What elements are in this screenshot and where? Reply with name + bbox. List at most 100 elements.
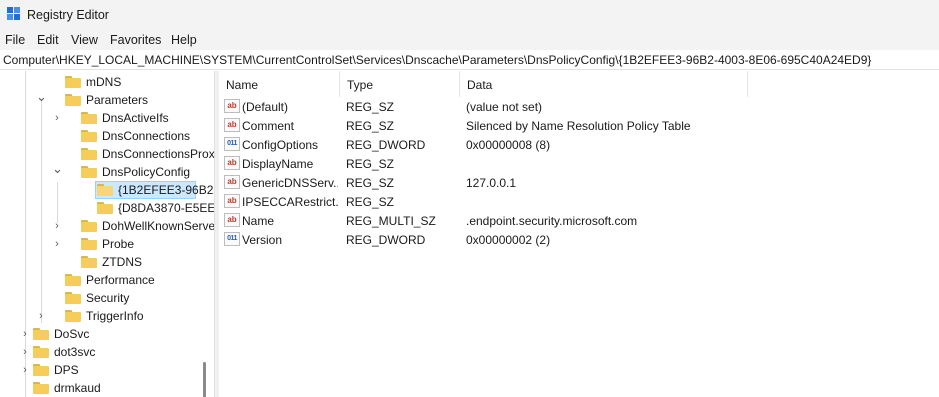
value-name: DisplayName <box>242 157 314 171</box>
chevron-right-icon[interactable]: › <box>36 310 46 322</box>
tree-item-label: Performance <box>86 273 155 287</box>
folder-icon <box>81 166 97 178</box>
tree-item[interactable]: › DoSvc <box>0 325 214 343</box>
tree-item-label: DohWellKnownServe <box>102 219 214 233</box>
tree-item-label: dot3svc <box>54 345 96 359</box>
menu-edit[interactable]: Edit <box>37 33 59 47</box>
folder-icon <box>65 94 81 106</box>
value-name: IPSECCARestrict... <box>242 195 338 209</box>
chevron-right-icon[interactable]: › <box>20 328 30 340</box>
folder-icon <box>81 112 97 124</box>
tree-item-label: DnsConnections <box>102 129 191 143</box>
value-type: REG_SZ <box>346 157 395 171</box>
tree-item[interactable]: DnsConnectionsProx <box>0 145 214 163</box>
value-data: 0x00000002 (2) <box>466 233 551 247</box>
address-bar[interactable]: Computer\HKEY_LOCAL_MACHINE\SYSTEM\Curre… <box>0 50 939 70</box>
tree-item[interactable]: › DohWellKnownServe <box>0 217 214 235</box>
menu-favorites[interactable]: Favorites <box>110 33 161 47</box>
chevron-right-icon[interactable]: › <box>52 220 62 232</box>
folder-icon <box>65 76 81 88</box>
tree-item-label: mDNS <box>86 75 122 89</box>
values-pane: Name Type Data ab (Default) REG_SZ (value n… <box>219 71 939 397</box>
chevron-right-icon[interactable]: › <box>52 238 62 250</box>
value-type: REG_MULTI_SZ <box>346 214 436 228</box>
value-row[interactable]: 011 ConfigOptions REG_DWORD 0x00000008 (8) <box>219 135 939 154</box>
column-name[interactable]: Name <box>219 71 340 97</box>
string-value-icon: ab <box>224 118 240 132</box>
chevron-right-icon[interactable]: › <box>20 364 30 376</box>
tree-item[interactable]: › DnsActiveIfs <box>0 109 214 127</box>
value-row[interactable]: ab IPSECCARestrict... REG_SZ <box>219 192 939 211</box>
folder-icon <box>81 148 97 160</box>
value-data: (value not set) <box>466 100 543 114</box>
menu-help[interactable]: Help <box>171 33 197 47</box>
tree-item[interactable]: ZTDNS <box>0 253 214 271</box>
folder-icon <box>81 238 97 250</box>
column-data[interactable]: Data <box>460 71 748 97</box>
tree-item[interactable]: Performance <box>0 271 214 289</box>
folder-icon <box>81 256 97 268</box>
folder-icon <box>33 328 49 340</box>
value-name: (Default) <box>242 100 289 114</box>
tree-item[interactable]: ⌄ Parameters <box>0 90 214 109</box>
value-row[interactable]: 011 Version REG_DWORD 0x00000002 (2) <box>219 230 939 249</box>
key-tree[interactable]: mDNS ⌄ Parameters › DnsActiveIfs DnsConnectio… <box>0 71 214 397</box>
string-value-icon: ab <box>224 156 240 170</box>
tree-item[interactable]: › dot3svc <box>0 343 214 361</box>
string-value-icon: ab <box>224 213 240 227</box>
folder-icon <box>33 346 49 358</box>
value-type: REG_DWORD <box>346 138 426 152</box>
value-row[interactable]: ab GenericDNSServ... REG_SZ 127.0.0.1 <box>219 173 939 192</box>
tree-item-label: DPS <box>54 363 79 377</box>
tree-item[interactable]: drmkaud <box>0 379 214 397</box>
tree-item-label: DoSvc <box>54 327 90 341</box>
tree-item[interactable]: › Probe <box>0 235 214 253</box>
tree-item-label: TriggerInfo <box>86 309 144 323</box>
chevron-right-icon[interactable]: › <box>52 112 62 124</box>
menu-view[interactable]: View <box>71 33 98 47</box>
tree-item-label: Probe <box>102 237 135 251</box>
folder-icon <box>33 364 49 376</box>
value-data: 127.0.0.1 <box>466 176 517 190</box>
address-path[interactable]: Computer\HKEY_LOCAL_MACHINE\SYSTEM\Curre… <box>3 53 871 67</box>
folder-icon <box>65 274 81 286</box>
tree-item-label: {1B2EFEE3-96B2-4 <box>118 183 214 197</box>
registry-editor-icon <box>7 7 21 21</box>
string-value-icon: ab <box>224 175 240 189</box>
window-title: Registry Editor <box>27 8 109 22</box>
chevron-right-icon[interactable]: › <box>20 346 30 358</box>
value-type: REG_SZ <box>346 100 395 114</box>
value-row[interactable]: ab (Default) REG_SZ (value not set) <box>219 97 939 116</box>
value-name: Version <box>242 233 283 247</box>
tree-item-label: DnsPolicyConfig <box>102 165 191 179</box>
tree-item-label: DnsActiveIfs <box>102 111 169 125</box>
tree-scrollbar[interactable] <box>203 362 206 397</box>
tree-item[interactable]: mDNS <box>0 73 214 91</box>
column-type[interactable]: Type <box>340 71 460 97</box>
tree-item[interactable]: ⌄ DnsPolicyConfig <box>0 162 214 181</box>
value-name: Name <box>242 214 275 228</box>
value-row[interactable]: ab Comment REG_SZ Silenced by Name Resoluti… <box>219 116 939 135</box>
tree-item-label: Security <box>86 291 130 305</box>
tree-item[interactable]: › TriggerInfo <box>0 307 214 325</box>
value-row[interactable]: ab DisplayName REG_SZ <box>219 154 939 173</box>
chevron-down-icon[interactable]: ⌄ <box>52 162 63 175</box>
value-type: REG_SZ <box>346 119 395 133</box>
tree-item[interactable]: {D8DA3870-E5EE- <box>0 199 214 217</box>
folder-icon <box>81 130 97 142</box>
string-value-icon: ab <box>224 99 240 113</box>
tree-item[interactable]: {1B2EFEE3-96B2-4 <box>0 181 214 199</box>
folder-icon <box>81 220 97 232</box>
value-row[interactable]: ab Name REG_MULTI_SZ .endpoint.security.mic… <box>219 211 939 230</box>
value-type: REG_SZ <box>346 195 395 209</box>
menu-bar: File Edit View Favorites Help <box>0 30 939 50</box>
tree-item[interactable]: Security <box>0 289 214 307</box>
tree-item[interactable]: › DPS <box>0 361 214 379</box>
chevron-down-icon[interactable]: ⌄ <box>36 90 47 103</box>
menu-file[interactable]: File <box>5 33 25 47</box>
tree-item[interactable]: DnsConnections <box>0 127 214 145</box>
folder-icon <box>65 292 81 304</box>
value-name: ConfigOptions <box>242 138 319 152</box>
tree-item-label: ZTDNS <box>102 255 142 269</box>
value-type: REG_DWORD <box>346 233 426 247</box>
